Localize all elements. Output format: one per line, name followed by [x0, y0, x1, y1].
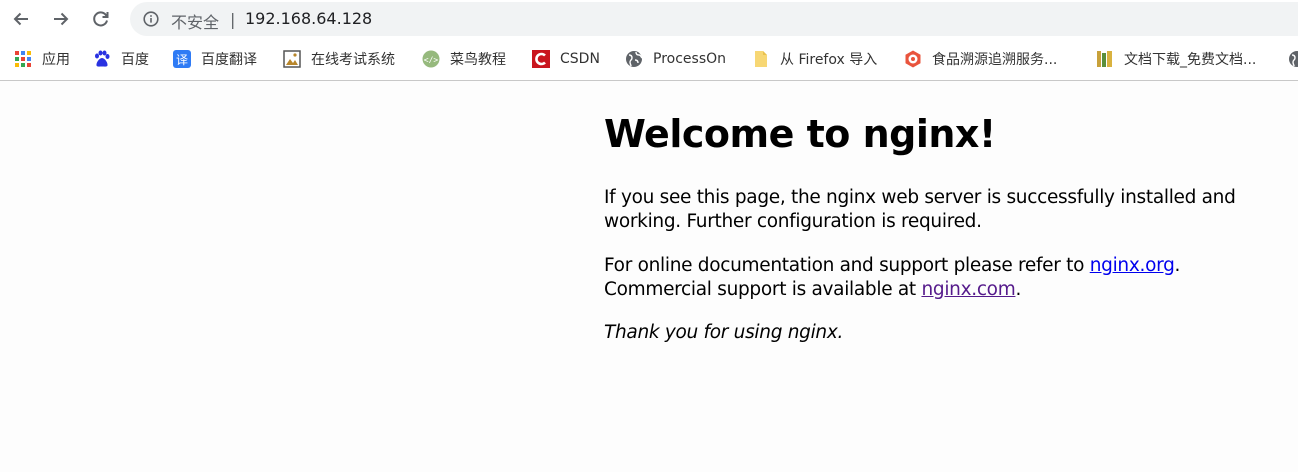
- apps-grid-icon: [14, 50, 32, 68]
- back-button[interactable]: [7, 5, 35, 33]
- folder-icon: [752, 50, 770, 68]
- bookmark-firefox-import[interactable]: 从 Firefox 导入: [752, 48, 877, 70]
- svg-text:</>: </>: [424, 56, 439, 65]
- bookmark-label: 从 Firefox 导入: [780, 52, 878, 68]
- browser-toolbar: 不安全 | 192.168.64.128: [0, 0, 1298, 38]
- bookmark-label: 菜鸟教程: [450, 52, 506, 68]
- bookmark-label: 食品溯源追溯服务...: [932, 52, 1058, 68]
- info-icon[interactable]: [143, 11, 159, 27]
- back-arrow-icon: [13, 12, 28, 26]
- bookmark-online-exam[interactable]: 在线考试系统: [283, 48, 395, 70]
- bookmark-apps[interactable]: 应用: [14, 48, 70, 70]
- bookmark-food-trace[interactable]: 食品溯源追溯服务...: [904, 48, 1057, 70]
- bookmark-label: 在线考试系统: [311, 52, 395, 68]
- doc-download-icon: [1096, 50, 1114, 68]
- url-text[interactable]: 192.168.64.128: [245, 9, 372, 28]
- svg-text:译: 译: [176, 53, 188, 67]
- bookmark-baidu-translate[interactable]: 译 百度翻译: [173, 48, 257, 70]
- support-paragraph: For online documentation and support ple…: [604, 254, 1254, 302]
- commercial-text: Commercial support is available at: [604, 279, 922, 300]
- nginx-com-link[interactable]: nginx.com: [921, 279, 1015, 300]
- address-separator: |: [230, 10, 236, 29]
- support-text: For online documentation and support ple…: [604, 255, 1090, 276]
- address-bar[interactable]: 不安全 | 192.168.64.128: [130, 2, 1298, 36]
- bookmark-runoob[interactable]: </> 菜鸟教程: [422, 48, 506, 70]
- bookmark-label: CSDN: [560, 51, 600, 67]
- baidu-paw-icon: [93, 50, 111, 68]
- bookmark-processon[interactable]: ProcessOn: [625, 48, 726, 70]
- thanks-text: Thank you for using nginx.: [604, 322, 844, 343]
- bookmark-label: ProcessOn: [653, 51, 727, 67]
- bookmark-overflow[interactable]: [1288, 48, 1298, 70]
- globe-icon: [625, 50, 643, 68]
- bookmark-doc-download[interactable]: 文档下载_免费文档...: [1096, 48, 1256, 70]
- bookmark-label: 百度: [121, 52, 149, 68]
- reload-icon: [93, 11, 109, 27]
- bookmark-csdn[interactable]: CSDN: [532, 48, 600, 70]
- nginx-org-link[interactable]: nginx.org: [1090, 255, 1175, 276]
- support-period: .: [1174, 255, 1181, 276]
- bookmark-baidu[interactable]: 百度: [93, 48, 149, 70]
- bookmark-label: 应用: [42, 52, 70, 68]
- forward-arrow-icon: [54, 12, 69, 26]
- csdn-icon: [532, 50, 550, 68]
- page-title: Welcome to nginx!: [604, 112, 996, 156]
- forward-button[interactable]: [47, 5, 75, 33]
- food-trace-icon: [904, 50, 922, 68]
- bookmark-label: 文档下载_免费文档...: [1124, 52, 1257, 68]
- security-status-text[interactable]: 不安全: [171, 9, 219, 33]
- runoob-icon: </>: [422, 50, 440, 68]
- globe-icon: [1288, 50, 1298, 68]
- commercial-period: .: [1015, 279, 1022, 300]
- bookmark-label: 百度翻译: [201, 52, 257, 68]
- bookmarks-bar: 应用 百度 译 百度翻译 在线考试系统 </> 菜鸟教程 CSDN Proces…: [0, 38, 1298, 81]
- reload-button[interactable]: [87, 5, 115, 33]
- translate-icon: 译: [173, 50, 191, 68]
- exam-image-icon: [283, 50, 301, 68]
- intro-paragraph: If you see this page, the nginx web serv…: [604, 187, 1236, 232]
